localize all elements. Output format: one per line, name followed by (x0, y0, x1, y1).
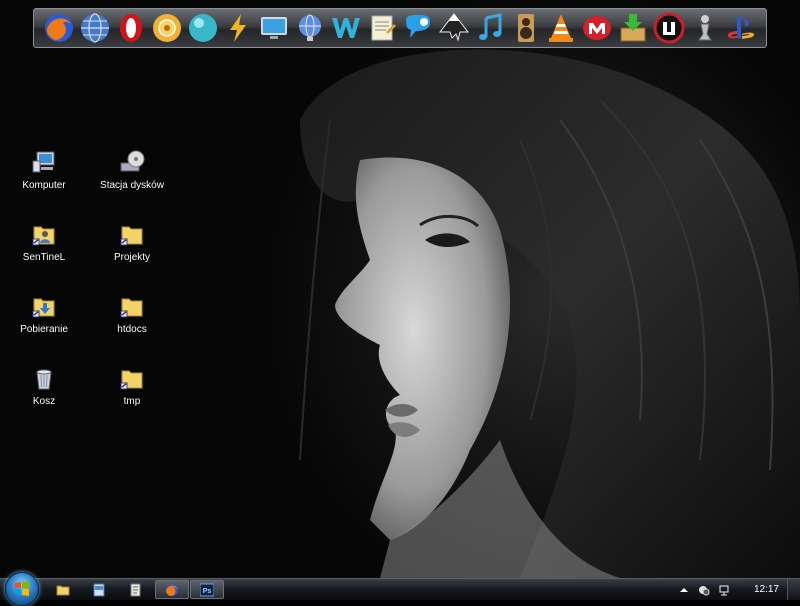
desktop-icon-sentinel[interactable]: SenTineL (2, 220, 86, 263)
dvd-drive-icon (118, 148, 146, 176)
sync-icon (698, 585, 710, 595)
media-disc-icon (152, 14, 181, 42)
speaker-icon (517, 14, 534, 42)
opera-icon (119, 14, 142, 42)
unreal-icon (653, 12, 685, 44)
desktop-icon-recycle-bin[interactable]: Kosz (2, 364, 86, 407)
computer-icon (30, 148, 58, 176)
monitor-icon (261, 17, 288, 39)
desktop-icon-label: Komputer (22, 180, 66, 191)
dock-item-speaker[interactable] (509, 11, 543, 45)
desktop-icon-label: Stacja dysków (100, 180, 164, 191)
dock-item-inkscape[interactable] (437, 11, 471, 45)
window-icon (93, 583, 105, 596)
chat-bubble-icon (405, 15, 430, 38)
app-dock (33, 8, 767, 48)
explorer-icon (56, 585, 70, 595)
dock-item-word[interactable] (329, 11, 363, 45)
teal-sphere-icon (188, 14, 217, 42)
downloads-folder-icon (30, 292, 58, 320)
folder-shortcut-icon (118, 220, 146, 248)
notes-icon (130, 583, 141, 596)
lightning-icon (230, 14, 247, 42)
dock-item-firefox[interactable] (42, 11, 76, 45)
dock-item-network-globe[interactable] (293, 11, 327, 45)
music-note-icon (478, 13, 502, 40)
network-globe-icon (299, 14, 322, 41)
firefox-icon (45, 14, 73, 42)
notepad-icon (371, 15, 397, 41)
chess-pawn-icon (698, 15, 712, 41)
photoshop-label: Ps (203, 588, 212, 595)
tray-overflow-button[interactable] (676, 582, 692, 598)
taskbar-button-explorer[interactable] (48, 580, 78, 599)
word-w-icon (332, 18, 361, 38)
dock-item-playstation[interactable] (724, 11, 758, 45)
windows-logo-icon (15, 581, 29, 596)
desktop-icon-label: Kosz (32, 396, 56, 407)
download-box-icon (620, 14, 646, 42)
folder-shortcut-icon (118, 292, 146, 320)
inkscape-icon (438, 13, 469, 42)
desktop-icon-dvd-drive[interactable]: Stacja dysków (90, 148, 174, 191)
system-tray: 12:17 (672, 579, 800, 600)
clock[interactable]: 12:17 (754, 584, 779, 595)
start-button[interactable] (5, 572, 39, 606)
vlc-cone-icon (549, 14, 574, 42)
dock-item-chess[interactable] (688, 11, 722, 45)
desktop-icon-computer[interactable]: Komputer (2, 148, 86, 191)
dock-item-m-badge[interactable] (580, 11, 614, 45)
taskbar-button-firefox[interactable] (155, 580, 189, 599)
wallpaper-portrait (299, 49, 800, 578)
taskbar-button-photoshop[interactable]: Ps (190, 580, 224, 599)
desktop-icon-label: Projekty (113, 252, 151, 263)
dock-item-lightning[interactable] (221, 11, 255, 45)
dock-item-monitor[interactable] (257, 11, 291, 45)
firefox-icon (166, 583, 178, 596)
desktop-icon-label: tmp (123, 396, 141, 407)
dock-item-music[interactable] (473, 11, 507, 45)
dock-item-notepad[interactable] (365, 11, 399, 45)
tray-item-network[interactable] (716, 582, 732, 598)
desktop-icon-label: Pobieranie (20, 324, 68, 335)
desktop-icon-label: SenTineL (22, 252, 66, 263)
playstation-icon (727, 16, 755, 39)
dock-item-download-box[interactable] (616, 11, 650, 45)
dock-item-teal-sphere[interactable] (186, 11, 220, 45)
desktop-wallpaper (0, 0, 800, 578)
network-icon (719, 585, 729, 595)
folder-shortcut-icon (118, 364, 146, 392)
desktop-icon-htdocs[interactable]: htdocs (90, 292, 174, 335)
chevron-up-icon (679, 587, 688, 592)
m-badge-icon (583, 16, 612, 40)
show-desktop-button[interactable] (787, 579, 800, 600)
recycle-bin-icon (30, 364, 58, 392)
dock-item-media-disc[interactable] (150, 11, 184, 45)
taskbar-button-notes[interactable] (120, 580, 150, 599)
tray-item-sync[interactable] (696, 582, 712, 598)
user-folder-icon (30, 220, 58, 248)
desktop-icon-label: htdocs (117, 324, 147, 335)
dock-item-unreal[interactable] (652, 11, 686, 45)
globe-icon (80, 13, 109, 43)
desktop-icon-pobieranie[interactable]: Pobieranie (2, 292, 86, 335)
dock-item-chat[interactable] (401, 11, 435, 45)
taskbar-button-window[interactable] (84, 580, 114, 599)
dock-item-opera[interactable] (114, 11, 148, 45)
photoshop-icon: Ps (200, 583, 214, 596)
desktop-icon-tmp[interactable]: tmp (90, 364, 174, 407)
dock-item-vlc[interactable] (544, 11, 578, 45)
taskbar: Ps 12:17 (0, 572, 800, 606)
desktop-icon-projekty[interactable]: Projekty (90, 220, 174, 263)
dock-item-globe[interactable] (78, 11, 112, 45)
